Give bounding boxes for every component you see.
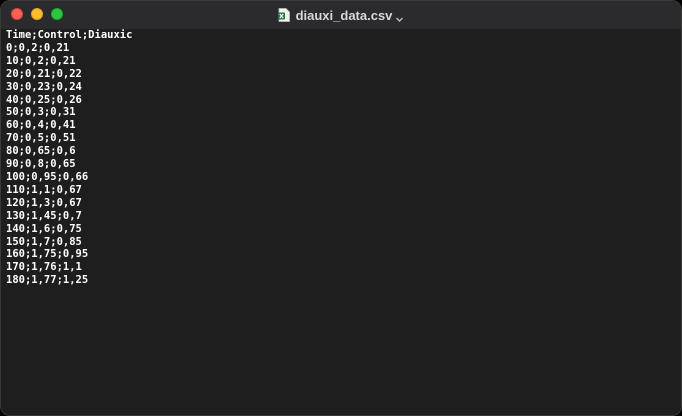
text-line: 100;0,95;0,66 [6,170,89,183]
text-line: 40;0,25;0,26 [6,93,82,106]
text-line: 80;0,65;0,6 [6,145,76,158]
text-line: 110;1,1;0,67 [6,183,82,196]
text-editor-window: diauxi_data.csv Time;Control;Diauxic 0;0… [0,0,682,416]
text-line: 130;1,45;0,7 [6,209,82,222]
text-line: 120;1,3;0,67 [6,196,82,209]
text-line: 180;1,77;1,25 [6,274,89,287]
text-line: 150;1,7;0,85 [6,235,82,248]
chevron-down-icon[interactable] [395,11,404,22]
text-line: 0;0,2;0,21 [6,41,70,54]
excel-csv-file-icon [277,8,290,22]
document-body[interactable]: Time;Control;Diauxic 0;0,2;0,21 10;0,2;0… [1,29,681,415]
text-line: 160;1,75;0,95 [6,248,89,261]
window-title: diauxi_data.csv [295,7,393,23]
title-bar[interactable]: diauxi_data.csv [1,1,681,30]
text-line: 90;0,8;0,65 [6,158,76,171]
text-line: 170;1,76;1,1 [6,261,82,274]
text-line: 50;0,3;0,31 [6,106,76,119]
text-line: 20;0,21;0,22 [6,67,82,80]
text-line: Time;Control;Diauxic [6,29,133,41]
text-line: 10;0,2;0,21 [6,54,76,67]
text-line: 70;0,5;0,51 [6,132,76,145]
text-line: 140;1,6;0,75 [6,222,82,235]
window-title-group[interactable]: diauxi_data.csv [1,1,681,29]
text-line: 60;0,4;0,41 [6,119,76,132]
text-line: 30;0,23;0,24 [6,80,82,93]
